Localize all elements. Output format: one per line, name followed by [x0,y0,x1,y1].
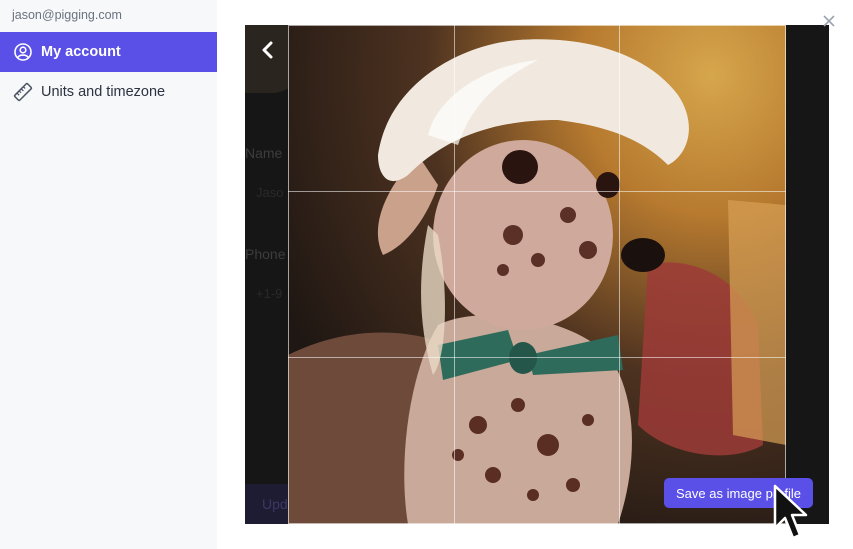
user-circle-icon [13,42,33,62]
crop-frame[interactable] [288,25,786,524]
name-value: Jaso [256,185,284,200]
phone-value: +1-9 [256,286,283,301]
phone-label: Phone [245,246,286,262]
sidebar-item-units-timezone[interactable]: Units and timezone [0,72,217,112]
ruler-icon [13,82,33,102]
sidebar-item-label: Units and timezone [41,84,166,100]
sidebar-item-label: My account [41,44,121,60]
close-icon[interactable] [820,12,838,30]
back-icon[interactable] [258,38,278,62]
name-label: Name [245,145,283,161]
user-email: jason@pigging.com [12,8,122,22]
mouse-pointer-icon [773,484,809,542]
sidebar-item-my-account[interactable]: My account [0,32,217,72]
sidebar: jason@pigging.com My account Units and t… [0,0,217,549]
